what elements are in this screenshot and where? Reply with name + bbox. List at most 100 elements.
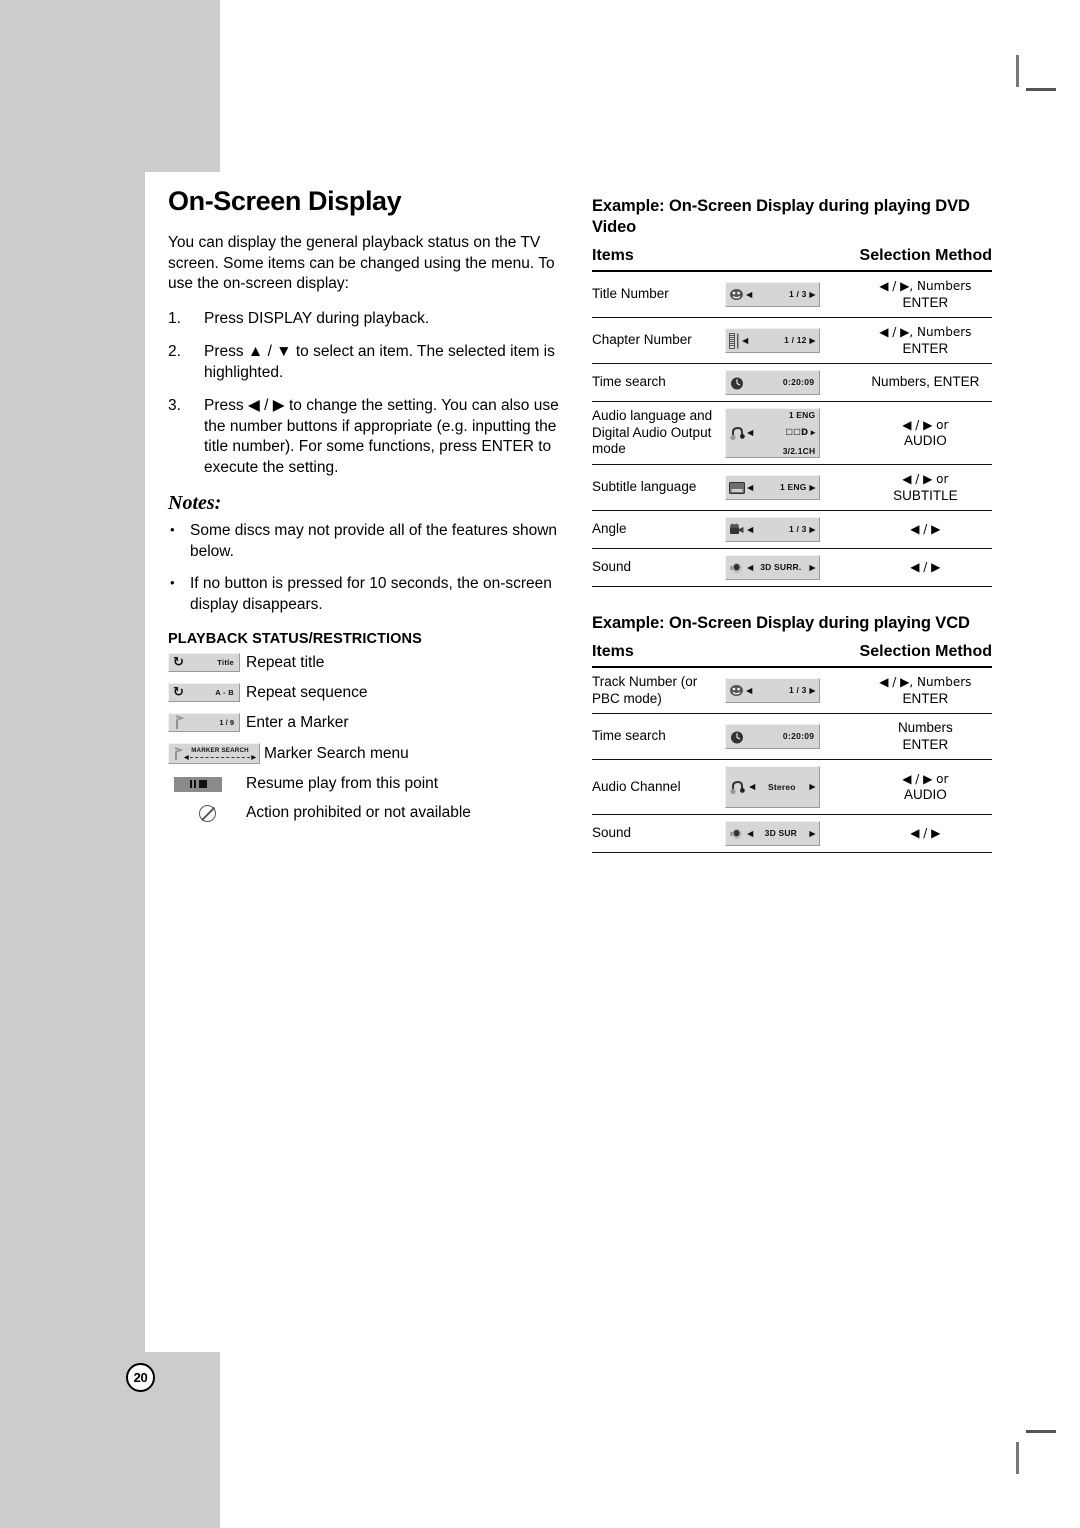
marker-search-slider-icon: ◀ ▶ bbox=[184, 754, 256, 761]
right-column: Example: On-Screen Display during playin… bbox=[592, 196, 992, 853]
marker-icon bbox=[172, 746, 184, 761]
time-search-osd-chip: 0:20:09 bbox=[725, 724, 821, 749]
left-arrow-icon: ◀ bbox=[746, 289, 753, 299]
row-item-label: Track Number (or PBC mode) bbox=[592, 667, 726, 714]
chip-value-channels: 3/2.1CH bbox=[782, 445, 816, 456]
row-item-label: Time search bbox=[592, 713, 726, 760]
method-line-2: SUBTITLE bbox=[893, 487, 958, 503]
chip-value: 0:20:09 bbox=[782, 731, 815, 742]
step-number: 3. bbox=[168, 397, 181, 414]
method-line-2: ENTER bbox=[902, 294, 949, 310]
marker-chip: 1 / 9 bbox=[168, 713, 240, 732]
audio-channel-osd-chip: ◀ Stereo ▶ bbox=[725, 766, 821, 808]
left-arrow-icon: ◀ bbox=[747, 524, 754, 534]
note-item: • If no button is pressed for 10 seconds… bbox=[168, 574, 560, 615]
angle-osd-chip: ◀ 1 / 3 ▶ bbox=[725, 517, 821, 542]
list-item: ↻ Title Repeat title bbox=[168, 653, 560, 672]
list-item: 1 / 9 Enter a Marker bbox=[168, 713, 560, 732]
audio-icon bbox=[729, 425, 747, 441]
left-arrow-icon: ◀ bbox=[746, 685, 753, 695]
left-arrow-icon: ◀ bbox=[747, 562, 754, 572]
table-row: Audio Channel ◀ Stereo ▶ ◀ / ▶ or AUDIO bbox=[592, 759, 992, 815]
right-arrow-icon: ▶ bbox=[809, 289, 816, 299]
playback-status-heading: PLAYBACK STATUS/RESTRICTIONS bbox=[168, 631, 422, 647]
list-item-label: Marker Search menu bbox=[264, 744, 409, 762]
table-row: Title Number ◀ 1 / 3 ▶ ◀ / ▶, Numbers EN… bbox=[592, 271, 992, 318]
row-item-label: Angle bbox=[592, 510, 726, 549]
column-header-items: Items bbox=[592, 246, 859, 272]
list-item-label: Action prohibited or not available bbox=[246, 804, 471, 821]
chip-value-dolby: ☐☐D ▸ bbox=[785, 427, 816, 439]
table-row: Sound ◀ 3D SUR ▶ ◀ / ▶ bbox=[592, 814, 992, 853]
step-text: Press ◀ / ▶ to change the setting. You c… bbox=[204, 397, 559, 476]
chip-value: 3D SUR bbox=[764, 828, 798, 839]
right-arrow-icon: ▶ bbox=[809, 828, 816, 838]
dvd-osd-table: Items Selection Method Title Number ◀ 1 … bbox=[592, 246, 992, 587]
right-arrow-icon: ▶ bbox=[809, 782, 816, 792]
page-title: On-Screen Display bbox=[168, 186, 402, 216]
right-arrow-icon: ▶ bbox=[809, 685, 816, 695]
table-row: Track Number (or PBC mode) ◀ 1 / 3 ▶ ◀ /… bbox=[592, 667, 992, 714]
method-line-1: ◀ / ▶ or bbox=[902, 771, 949, 786]
table-row: Time search 0:20:09 Numbers ENTER bbox=[592, 713, 992, 760]
list-item-label: Enter a Marker bbox=[246, 713, 349, 731]
crop-mark-top-vertical bbox=[1016, 55, 1019, 87]
audio-language-osd-chip: ◀ 1 ENG ☐☐D ▸ 3/2.1CH bbox=[725, 408, 821, 458]
title-number-osd-chip: ◀ 1 / 3 ▶ bbox=[725, 282, 821, 307]
row-item-label: Subtitle language bbox=[592, 464, 726, 511]
page-top-gray-block bbox=[0, 0, 220, 172]
note-text: Some discs may not provide all of the fe… bbox=[190, 522, 558, 560]
right-arrow-icon: ▶ bbox=[809, 562, 816, 572]
disc-title-icon bbox=[729, 684, 744, 697]
table-row: Chapter Number ◀ 1 / 12 ▶ ◀ / ▶, Numbers… bbox=[592, 317, 992, 364]
chip-value: 1 / 3 bbox=[789, 685, 807, 696]
speaker-icon bbox=[729, 561, 744, 575]
intro-paragraph: You can display the general playback sta… bbox=[168, 234, 555, 292]
chip-value: 1 / 12 bbox=[784, 335, 807, 346]
method-line-1: ◀ / ▶ or bbox=[902, 417, 949, 432]
step-text: Press DISPLAY during playback. bbox=[204, 309, 430, 327]
table-row: Time search 0:20:09 Numbers, ENTER bbox=[592, 363, 992, 402]
method-line-2: ENTER bbox=[902, 690, 949, 706]
speaker-icon bbox=[729, 827, 744, 841]
method-line-1: ◀ / ▶ bbox=[910, 826, 941, 841]
method-line-1: Numbers bbox=[897, 720, 953, 735]
notes-heading: Notes: bbox=[168, 492, 222, 514]
table-header-row: Items Selection Method bbox=[592, 642, 992, 668]
column-header-items: Items bbox=[592, 642, 859, 668]
camera-angle-icon bbox=[729, 523, 745, 536]
chip-value: 1 / 3 bbox=[789, 524, 807, 535]
method-line-1: ◀ / ▶ bbox=[910, 522, 941, 537]
step-text: Press ▲ / ▼ to select an item. The selec… bbox=[204, 343, 555, 381]
note-text: If no button is pressed for 10 seconds, … bbox=[190, 575, 552, 613]
left-arrow-icon: ◀ bbox=[742, 335, 749, 345]
column-header-method: Selection Method bbox=[858, 246, 992, 272]
marker-icon bbox=[173, 715, 185, 730]
time-search-osd-chip: 0:20:09 bbox=[725, 370, 821, 395]
page-number-badge: 20 bbox=[126, 1363, 155, 1392]
film-chapter-icon bbox=[729, 332, 740, 349]
step-item: 3. Press ◀ / ▶ to change the setting. Yo… bbox=[168, 396, 560, 478]
left-column: On-Screen Display You can display the ge… bbox=[168, 186, 560, 833]
prohibited-icon bbox=[198, 804, 216, 822]
note-item: • Some discs may not provide all of the … bbox=[168, 521, 560, 562]
chip-value: 1 / 3 bbox=[789, 289, 807, 300]
pause-icon bbox=[189, 780, 196, 788]
vcd-example-heading: Example: On-Screen Display during playin… bbox=[592, 614, 970, 632]
right-arrow-icon: ▶ bbox=[809, 524, 816, 534]
row-item-label: Time search bbox=[592, 363, 726, 402]
list-item: ↻ A - B Repeat sequence bbox=[168, 683, 560, 702]
sound-osd-chip: ◀ 3D SURR. ▶ bbox=[725, 555, 821, 580]
table-row: Angle ◀ 1 / 3 ▶ ◀ / ▶ bbox=[592, 510, 992, 549]
method-line-2: ENTER bbox=[902, 736, 949, 752]
notes-list: • Some discs may not provide all of the … bbox=[168, 521, 560, 615]
left-arrow-icon: ◀ bbox=[747, 828, 754, 838]
method-line-2: ENTER bbox=[902, 340, 949, 356]
crop-mark-bottom-vertical bbox=[1016, 1442, 1019, 1474]
row-item-label: Chapter Number bbox=[592, 317, 726, 364]
step-item: 2. Press ▲ / ▼ to select an item. The se… bbox=[168, 342, 560, 383]
chip-value: 1 ENG bbox=[780, 482, 807, 493]
chapter-number-osd-chip: ◀ 1 / 12 ▶ bbox=[725, 328, 821, 353]
chip-value: 1 ENG bbox=[788, 409, 816, 420]
right-arrow-icon: ▶ bbox=[809, 335, 816, 345]
